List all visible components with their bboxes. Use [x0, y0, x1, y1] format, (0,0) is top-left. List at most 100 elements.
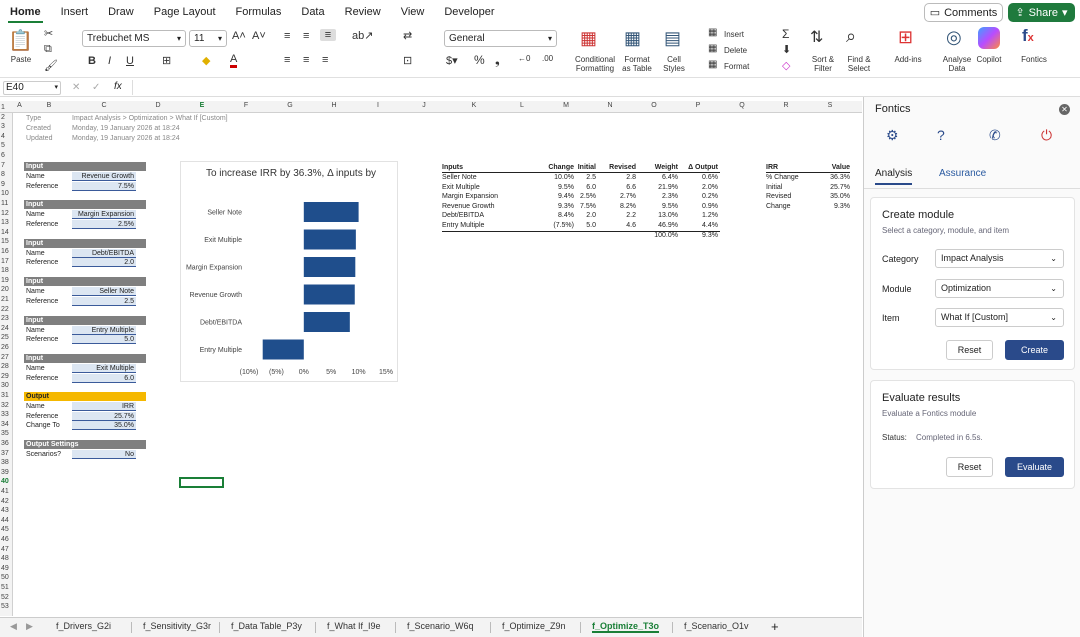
tab-page-layout[interactable]: Page Layout [144, 0, 226, 24]
input-name[interactable]: Debt/EBITDA [72, 248, 136, 258]
bar-exit-multiple[interactable] [303, 229, 356, 250]
column-header-g[interactable]: G [268, 102, 312, 109]
format-as-table-button[interactable]: Format as Table [618, 55, 656, 73]
prev-sheet-icon[interactable]: ◀ [10, 621, 17, 632]
add-ins-icon[interactable]: ⊞ [898, 27, 913, 48]
conditional-formatting-icon[interactable]: ▦ [580, 28, 597, 49]
sheet-tab[interactable]: f_Optimize_T3o [592, 621, 660, 633]
format-cells-button[interactable]: Format [724, 62, 749, 71]
tab-home[interactable]: Home [0, 0, 51, 24]
row-header[interactable]: 38 [0, 459, 12, 466]
column-header-n[interactable]: N [588, 102, 632, 109]
align-center-icon[interactable]: ≡ [303, 54, 309, 66]
align-left-icon[interactable]: ≡ [284, 54, 290, 66]
row-header[interactable]: 46 [0, 536, 12, 543]
font-size-select[interactable]: 11 ▾ [189, 30, 227, 47]
row-header[interactable]: 16 [0, 248, 12, 255]
input-reference[interactable]: 2.5 [72, 296, 136, 306]
analyse-data-button[interactable]: Analyse Data [940, 55, 974, 73]
increase-font-icon[interactable]: A˄ [232, 30, 246, 42]
column-header-d[interactable]: D [136, 102, 180, 109]
row-header[interactable]: 40 [0, 478, 12, 485]
row-header[interactable]: 31 [0, 392, 12, 399]
category-select[interactable]: Impact Analysis ⌄ [935, 249, 1064, 268]
sort-filter-button[interactable]: Sort & Filter [806, 55, 840, 73]
percent-icon[interactable]: % [474, 53, 485, 67]
row-header[interactable]: 24 [0, 325, 12, 332]
input-reference[interactable]: 2.0 [72, 258, 136, 268]
input-reference[interactable]: 5.0 [72, 335, 136, 345]
row-header[interactable]: 27 [0, 354, 12, 361]
row-header[interactable]: 33 [0, 411, 12, 418]
bar-revenue-growth[interactable] [303, 284, 355, 305]
column-header-o[interactable]: O [632, 102, 676, 109]
fill-color-icon[interactable]: ◆ [202, 54, 210, 67]
currency-icon[interactable]: $▾ [446, 54, 458, 67]
row-header[interactable]: 7 [0, 162, 12, 169]
find-select-icon[interactable]: ⌕ [846, 26, 856, 47]
column-header-e[interactable]: E [180, 102, 224, 109]
sheet-tab[interactable]: f_Scenario_W6q [407, 621, 474, 631]
row-header[interactable]: 34 [0, 421, 12, 428]
row-header[interactable]: 25 [0, 334, 12, 341]
column-header-p[interactable]: P [676, 102, 720, 109]
find-select-button[interactable]: Find & Select [842, 55, 876, 73]
input-reference[interactable]: 6.0 [72, 373, 136, 383]
active-cell-e40[interactable] [179, 477, 224, 488]
bold-icon[interactable]: B [88, 55, 96, 67]
row-header[interactable]: 35 [0, 430, 12, 437]
cell-styles-icon[interactable]: ▤ [664, 28, 681, 49]
input-reference[interactable]: 2.5% [72, 219, 136, 229]
bar-seller-note[interactable] [303, 202, 359, 222]
tab-draw[interactable]: Draw [98, 0, 144, 24]
create-button[interactable]: Create [1005, 340, 1064, 360]
row-header[interactable]: 36 [0, 440, 12, 447]
comma-icon[interactable]: ❟ [495, 53, 500, 68]
font-name-select[interactable]: Trebuchet MS ▾ [82, 30, 186, 47]
format-painter-icon[interactable]: 🖌 [44, 59, 58, 72]
fontics-button[interactable]: Fontics [1016, 55, 1052, 64]
row-header[interactable]: 11 [0, 200, 12, 207]
row-header[interactable]: 45 [0, 526, 12, 533]
tab-analysis[interactable]: Analysis [875, 168, 913, 185]
row-header[interactable]: 52 [0, 594, 12, 601]
input-name[interactable]: Entry Multiple [72, 325, 136, 335]
column-header-r[interactable]: R [764, 102, 808, 109]
row-header[interactable]: 2 [0, 114, 12, 121]
row-header[interactable]: 43 [0, 507, 12, 514]
merge-icon[interactable]: ⊡ [403, 54, 412, 67]
bar-margin-expansion[interactable] [303, 257, 356, 277]
row-header[interactable]: 22 [0, 306, 12, 313]
row-header[interactable]: 53 [0, 603, 12, 610]
worksheet-grid[interactable]: Type Impact Analysis > Optimization > Wh… [14, 113, 862, 616]
decrease-font-icon[interactable]: A˅ [252, 30, 266, 42]
sheet-tab[interactable]: f_Scenario_O1v [684, 621, 749, 631]
paste-icon[interactable]: 📋 [8, 28, 33, 53]
output-reference[interactable]: 25.7% [72, 411, 136, 421]
column-header-s[interactable]: S [808, 102, 852, 109]
column-header-m[interactable]: M [544, 102, 588, 109]
input-reference[interactable]: 7.5% [72, 181, 136, 191]
cell-styles-button[interactable]: Cell Styles [658, 55, 690, 73]
output-change-to[interactable]: 35.0% [72, 421, 136, 430]
conditional-formatting-button[interactable]: Conditional Formatting [572, 55, 618, 73]
sheet-tab[interactable]: f_Data Table_P3y [231, 621, 302, 631]
sheet-tab[interactable]: f_What If_I9e [327, 621, 381, 631]
output-name[interactable]: IRR [72, 402, 136, 411]
column-header-i[interactable]: I [356, 102, 400, 109]
row-header[interactable]: 21 [0, 296, 12, 303]
row-header[interactable]: 14 [0, 229, 12, 236]
tab-developer[interactable]: Developer [434, 0, 504, 24]
tab-formulas[interactable]: Formulas [226, 0, 292, 24]
tab-review[interactable]: Review [335, 0, 391, 24]
comments-button[interactable]: ▭ Comments [924, 3, 1003, 22]
delete-cells-icon[interactable]: ▦ [708, 43, 717, 54]
format-as-table-icon[interactable]: ▦ [624, 28, 641, 49]
align-right-icon[interactable]: ≡ [322, 54, 328, 66]
help-icon[interactable]: ? [937, 127, 945, 143]
formula-input[interactable] [132, 80, 1072, 95]
sheet-tab[interactable]: f_Drivers_G2i [56, 621, 111, 631]
row-header[interactable]: 6 [0, 152, 12, 159]
delete-cells-button[interactable]: Delete [724, 46, 747, 55]
row-header[interactable]: 30 [0, 382, 12, 389]
